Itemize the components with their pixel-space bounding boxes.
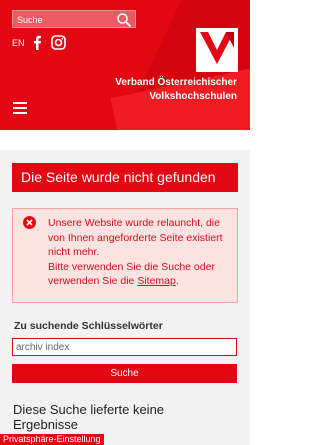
search-icon[interactable] [116,12,132,28]
org-name-line2: Volkshochschulen [149,91,237,102]
sitemap-link[interactable]: Sitemap [137,275,176,287]
language-switch[interactable]: EN [12,38,25,48]
keywords-input[interactable] [12,338,237,356]
logo[interactable] [196,28,238,72]
facebook-icon[interactable] [31,35,43,50]
alert-message: Unsere Website wurde relauncht, die von … [48,216,236,289]
search-button[interactable]: Suche [12,364,237,383]
keywords-label: Zu suchende Schlüsselwörter [14,320,163,332]
alert-line2-suffix: . [175,275,179,287]
organization-name: Verband Österreichischer Volkshochschule… [77,76,237,104]
alert-line2: Bitte verwenden Sie die Suche oder verwe… [48,260,236,289]
privacy-settings-button[interactable]: Privatsphäre-Einstellung [0,434,104,445]
menu-icon[interactable] [13,102,27,114]
page-title: Die Seite wurde nicht gefunden [12,163,238,192]
no-results-message: Diese Suche lieferte keine Ergebnisse [13,402,165,432]
header-search-input[interactable] [17,12,113,27]
org-name-line1: Verband Österreichischer [115,77,237,88]
alert-line1: Unsere Website wurde relauncht, die von … [48,217,223,258]
instagram-icon[interactable] [51,35,66,50]
header-search [12,10,136,28]
alert-line2-prefix: Bitte verwenden Sie die Suche oder verwe… [48,260,215,288]
error-alert: Unsere Website wurde relauncht, die von … [12,208,238,303]
error-icon [23,216,36,229]
site-header: EN Verband Österreichischer Volkshochsch… [0,0,250,130]
